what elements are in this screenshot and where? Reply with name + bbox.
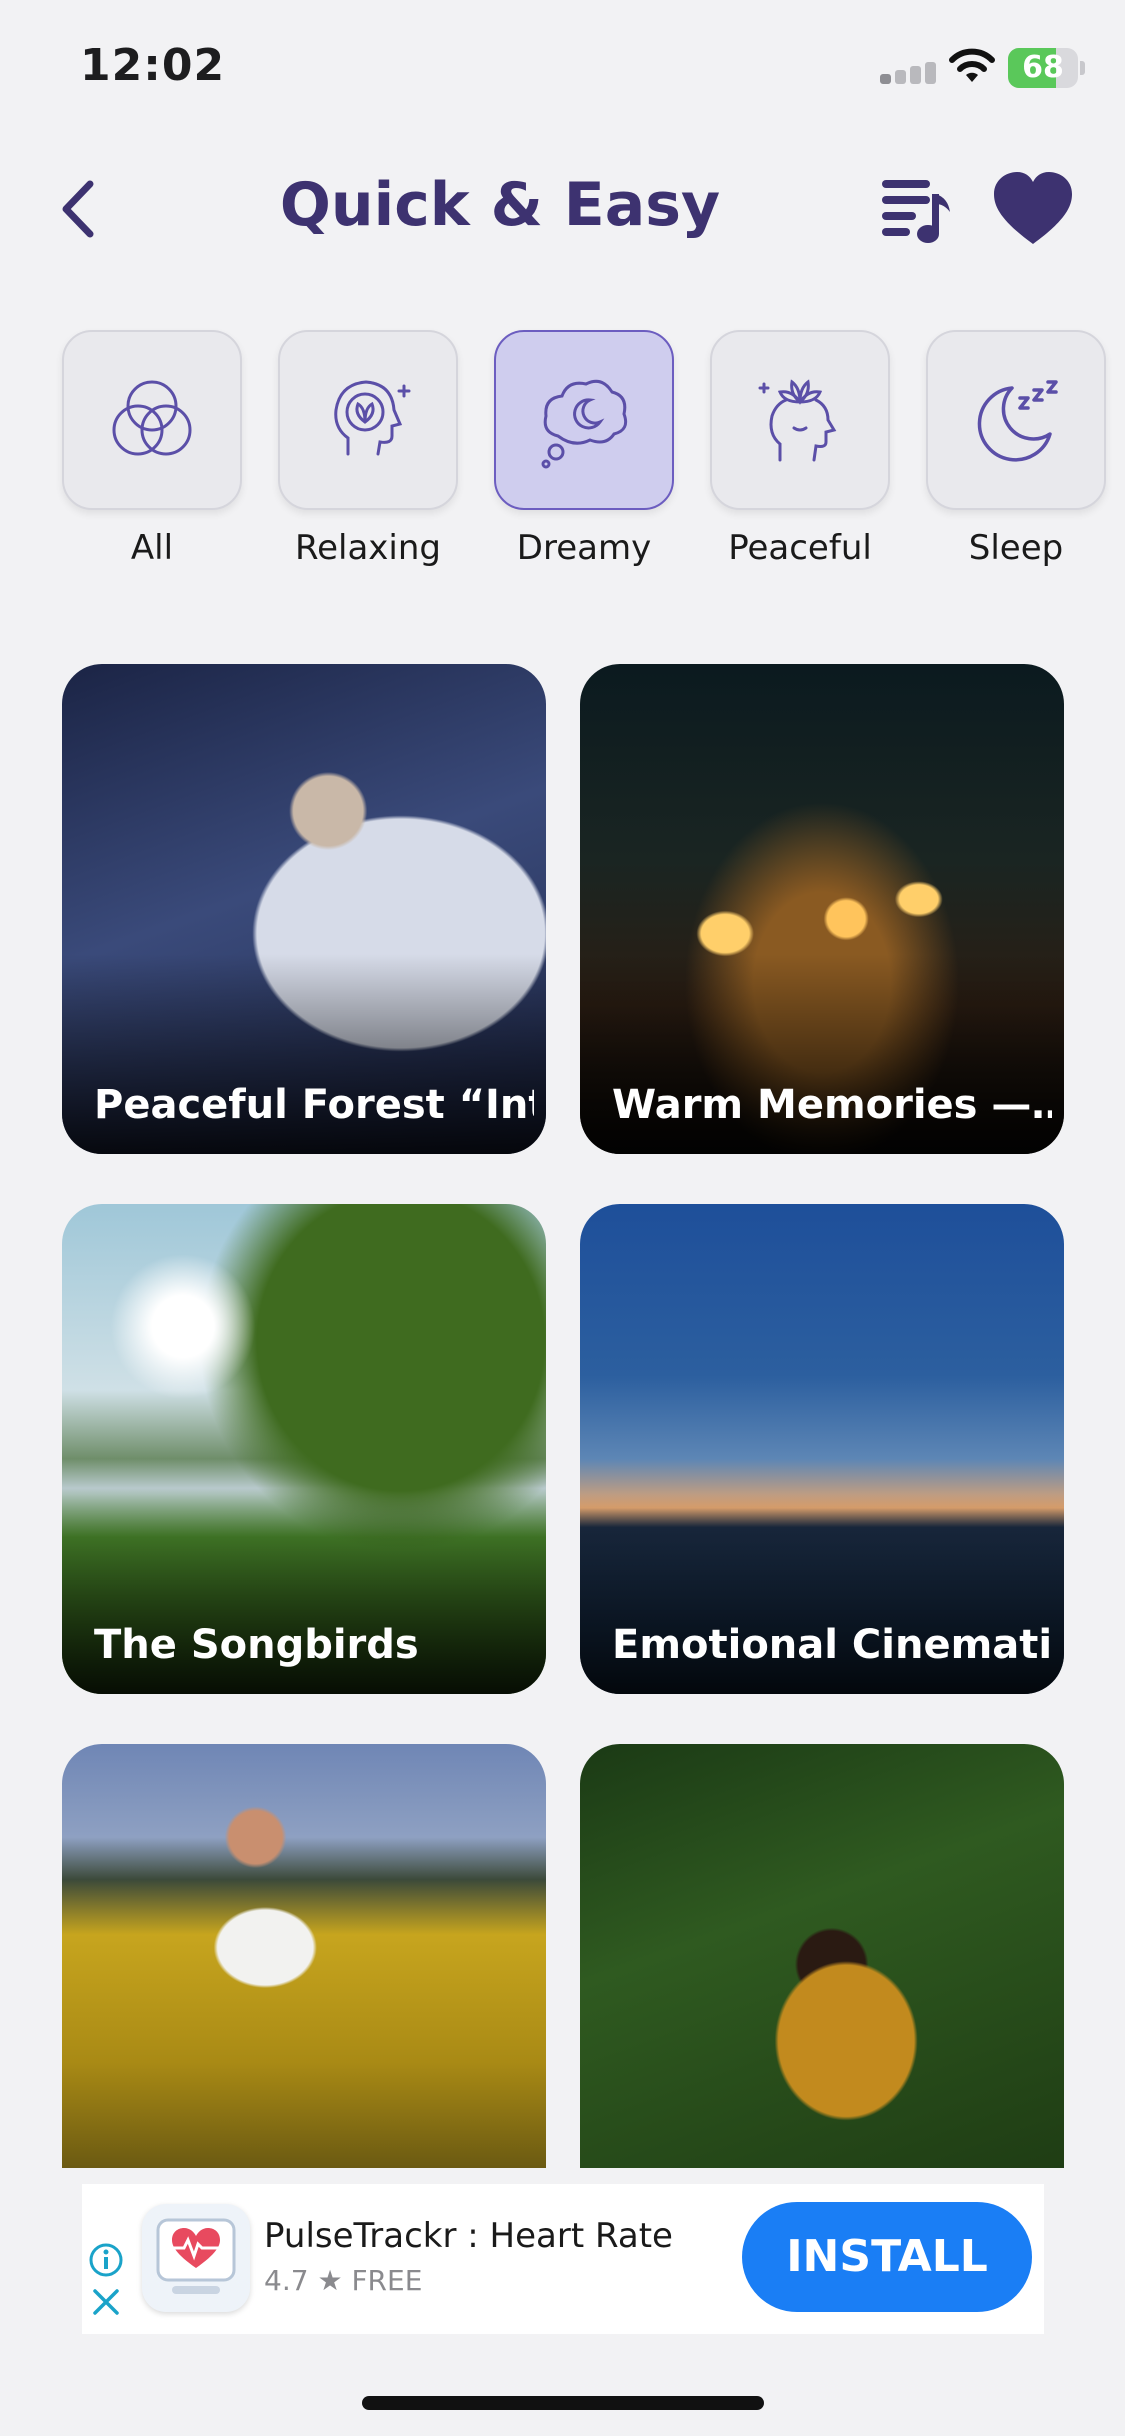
- track-card[interactable]: The Songbirds: [62, 1204, 546, 1694]
- back-icon[interactable]: [50, 174, 110, 244]
- category-tile[interactable]: [926, 330, 1106, 510]
- category-tile[interactable]: [710, 330, 890, 510]
- page-title: Quick & Easy: [279, 170, 721, 240]
- category-label: All: [130, 528, 174, 568]
- app-icon: [142, 2204, 250, 2312]
- category-relaxing[interactable]: Relaxing: [278, 330, 458, 568]
- header: Quick & Easy: [0, 150, 1125, 270]
- star-icon: ★: [317, 2264, 343, 2297]
- track-title: Peaceful Forest “Int…: [94, 1082, 534, 1128]
- install-button[interactable]: INSTALL: [742, 2202, 1032, 2312]
- mind-lotus-icon: [758, 379, 837, 462]
- info-icon[interactable]: [88, 2242, 124, 2278]
- moon-zzz-icon: [977, 380, 1058, 462]
- favorites-heart-icon[interactable]: [990, 170, 1076, 250]
- close-icon[interactable]: [90, 2286, 122, 2318]
- ad-app-name: PulseTrackr : Heart Rate: [264, 2216, 673, 2256]
- ad-rating: 4.7: [264, 2264, 309, 2297]
- home-indicator[interactable]: [362, 2396, 764, 2410]
- circles-icon: [112, 380, 192, 456]
- cellular-signal-icon: [880, 62, 936, 84]
- category-dreamy[interactable]: Dreamy: [494, 330, 674, 568]
- category-all[interactable]: All: [62, 330, 242, 568]
- ad-meta: 4.7 ★ FREE: [264, 2264, 422, 2297]
- track-title: Warm Memories —…: [612, 1082, 1052, 1128]
- category-tile[interactable]: [278, 330, 458, 510]
- category-peaceful[interactable]: Peaceful: [710, 330, 890, 568]
- battery-level: 68: [1022, 50, 1064, 85]
- ad-banner[interactable]: PulseTrackr : Heart Rate 4.7 ★ FREE INST…: [82, 2184, 1044, 2334]
- track-title: The Songbirds: [94, 1622, 419, 1668]
- status-bar: 12:02 68: [0, 0, 1125, 130]
- category-label: Peaceful: [728, 528, 872, 568]
- ad-price: FREE: [351, 2264, 423, 2297]
- status-time: 12:02: [80, 40, 226, 91]
- category-label: Sleep: [968, 528, 1064, 568]
- playlist-icon[interactable]: [876, 170, 956, 250]
- category-selector: All Relaxing Dreamy Peaceful Sleep: [62, 330, 1125, 590]
- track-title: Emotional Cinemati…: [612, 1622, 1052, 1668]
- wifi-icon: [949, 48, 995, 82]
- track-card[interactable]: Peaceful Forest “Int…: [62, 664, 546, 1154]
- category-tile[interactable]: [62, 330, 242, 510]
- category-sleep[interactable]: Sleep: [926, 330, 1106, 568]
- cloud-moon-icon: [541, 379, 628, 469]
- track-card[interactable]: [62, 1744, 546, 2168]
- head-lotus-icon: [334, 380, 411, 456]
- track-card[interactable]: [580, 1744, 1064, 2168]
- track-card[interactable]: Warm Memories —…: [580, 664, 1064, 1154]
- track-card[interactable]: Emotional Cinemati…: [580, 1204, 1064, 1694]
- category-tile[interactable]: [494, 330, 674, 510]
- battery-icon: 68: [1008, 48, 1085, 88]
- category-label: Dreamy: [516, 528, 652, 568]
- category-label: Relaxing: [295, 528, 441, 568]
- heart-monitor-icon: [156, 2218, 236, 2294]
